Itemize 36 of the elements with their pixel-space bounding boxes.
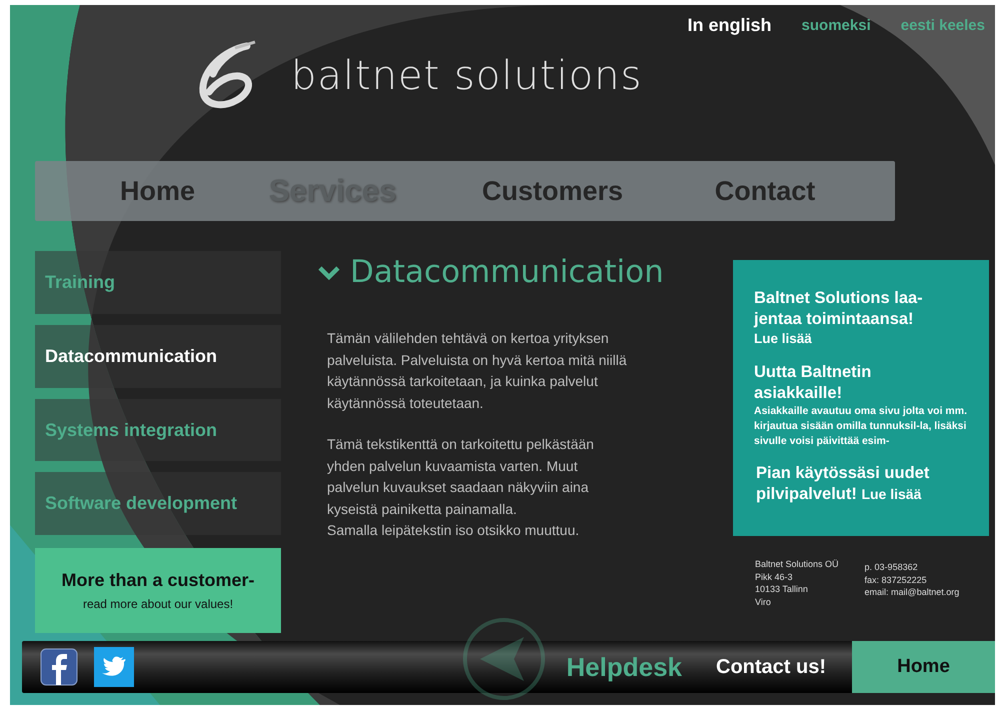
read-more-link[interactable]: Lue lisää: [861, 486, 922, 502]
chevron-down-icon: [318, 264, 340, 280]
contact-line: p. 03-958362: [864, 561, 919, 574]
news-title: Uutta Baltnetin asiakkaille!: [754, 362, 872, 404]
sidebar-item[interactable]: Systems integration: [35, 398, 281, 462]
promo-title: More than a customer-: [61, 570, 255, 592]
article-paragraph: Tämän välilehden tehtävä on kertoa yrityksen palveluista. Palveluista on hyvä kertoa mitä niillä käytännössä tarkoitetaan, ja kuinka palvelut käytännössä toteutetaan.: [327, 329, 627, 413]
nav-link[interactable]: Customers: [445, 172, 660, 210]
article-heading: Datacommunication: [350, 254, 664, 290]
contact-line: email: mail@baltnet.org: [864, 586, 960, 598]
contact-link[interactable]: Contact us!: [716, 656, 826, 678]
logo-text: baltnet solutions: [291, 53, 642, 99]
news-title: Baltnet Solutions laa-jentaa toimintaansa!: [754, 288, 924, 330]
news-text: Asiakkaille avautuu oma sivu jolta voi mm. kirjautua sisään omilla tunnuksil-la, lisäksi sivulle voisi päivittää esim-: [754, 404, 968, 449]
read-more-link[interactable]: Lue lisää: [754, 331, 812, 346]
nav-link[interactable]: Home: [95, 172, 220, 210]
language-link[interactable]: eesti keeles: [900, 15, 985, 36]
news-title: Pian käytössäsi uudet pilvipalvelut! Lue lisää: [756, 463, 930, 505]
values-link[interactable]: read more about our values!: [82, 597, 234, 612]
arrow-circle-icon: [462, 617, 546, 701]
contact-line: fax: 837252225: [864, 574, 928, 586]
article-paragraph: Tämä tekstikenttä on tarkoitettu pelkästään yhden palvelun kuvaamista varten. Muut palvelun kuvaukset saadaan näkyviin aina kyseistä painiketta painamalla. Samalla leipätekstin iso otsikko muuttuu.: [327, 435, 595, 540]
address-line: 10133 Tallinn: [755, 583, 809, 596]
language-link[interactable]: suomeksi: [802, 15, 871, 36]
language-link[interactable]: In english: [688, 15, 772, 36]
sidebar-item[interactable]: Software development: [35, 472, 281, 536]
facebook-icon[interactable]: [40, 648, 78, 686]
address-line: Pikk 46-3: [755, 570, 794, 583]
address-line: Baltnet Solutions OÜ: [755, 558, 839, 570]
sidebar-item[interactable]: Training: [35, 251, 281, 314]
address-line: Viro: [755, 596, 772, 608]
sidebar-item[interactable]: Datacommunication: [35, 324, 281, 388]
nav-link[interactable]: Contact: [660, 172, 870, 210]
helpdesk-link[interactable]: Helpdesk: [566, 652, 682, 682]
home-button[interactable]: Home: [852, 641, 995, 693]
twitter-icon[interactable]: [94, 647, 134, 687]
